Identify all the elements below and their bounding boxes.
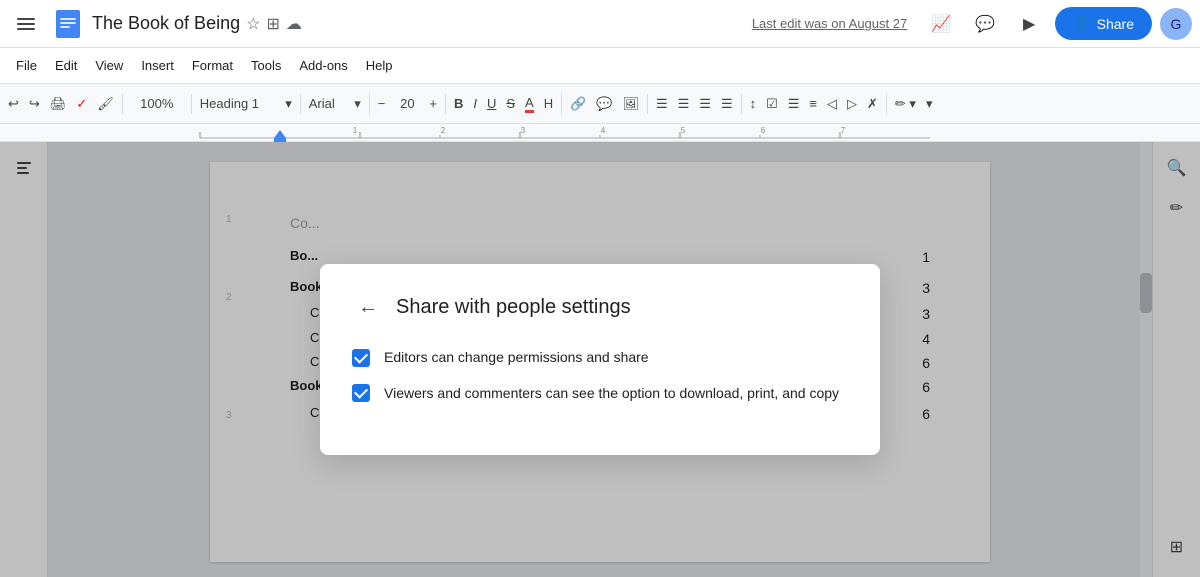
font-selector[interactable]: Arial ▾ bbox=[305, 90, 365, 118]
numbered-list-button[interactable]: ≡ bbox=[805, 90, 821, 118]
modal-header: ← Share with people settings bbox=[352, 292, 848, 324]
share-button[interactable]: 👤 Share bbox=[1055, 7, 1152, 40]
option2-checkbox[interactable] bbox=[352, 384, 370, 402]
redo-button[interactable]: ↪ bbox=[25, 90, 44, 118]
share-icon: 👤 bbox=[1073, 15, 1090, 32]
last-edit-label[interactable]: Last edit was on August 27 bbox=[752, 16, 907, 31]
present-button[interactable]: 📈 bbox=[923, 6, 959, 42]
present2-button[interactable]: ▶ bbox=[1011, 6, 1047, 42]
option2-row: Viewers and commenters can see the optio… bbox=[352, 384, 848, 404]
expand-toolbar-button[interactable]: ▾ bbox=[922, 90, 937, 118]
user-avatar[interactable]: G bbox=[1160, 8, 1192, 40]
svg-text:4: 4 bbox=[601, 126, 606, 135]
ruler: 1 2 3 4 5 6 7 bbox=[0, 124, 1200, 142]
align-right-button[interactable]: ☰ bbox=[695, 90, 715, 118]
doc-title[interactable]: The Book of Being bbox=[92, 13, 240, 34]
style-selector[interactable]: Heading 1 ▾ bbox=[196, 90, 296, 118]
modal-back-button[interactable]: ← bbox=[352, 292, 384, 324]
comment-button[interactable]: 💬 bbox=[967, 6, 1003, 42]
svg-text:3: 3 bbox=[521, 126, 526, 135]
option1-label: Editors can change permissions and share bbox=[384, 348, 649, 368]
bold-button[interactable]: B bbox=[450, 90, 467, 118]
toolbar-separator-3 bbox=[300, 94, 301, 114]
toolbar-separator-5 bbox=[445, 94, 446, 114]
menu-view[interactable]: View bbox=[87, 54, 131, 77]
toolbar-separator-9 bbox=[886, 94, 887, 114]
style-chevron-icon: ▾ bbox=[285, 96, 292, 112]
spellcheck-button[interactable]: ✓ bbox=[72, 90, 91, 118]
top-bar: The Book of Being ☆ ⊞ ☁ Last edit was on… bbox=[0, 0, 1200, 48]
strikethrough-button[interactable]: S bbox=[502, 90, 519, 118]
top-right-actions: 📈 💬 ▶ 👤 Share G bbox=[923, 6, 1192, 42]
align-left-button[interactable]: ☰ bbox=[652, 90, 672, 118]
print-button[interactable]: 🖨 bbox=[46, 90, 71, 118]
font-chevron-icon: ▾ bbox=[354, 96, 361, 112]
font-size-display[interactable]: 20 bbox=[391, 90, 423, 118]
modal-overlay[interactable]: ← Share with people settings Editors can… bbox=[0, 142, 1200, 577]
menu-format[interactable]: Format bbox=[184, 54, 241, 77]
increase-font-button[interactable]: + bbox=[425, 90, 441, 118]
move-icon[interactable]: ⊞ bbox=[266, 14, 279, 34]
align-center-button[interactable]: ☰ bbox=[674, 90, 694, 118]
undo-button[interactable]: ↩ bbox=[4, 90, 23, 118]
cloud-icon[interactable]: ☁ bbox=[286, 14, 302, 34]
justify-button[interactable]: ☰ bbox=[717, 90, 737, 118]
toolbar-separator-2 bbox=[191, 94, 192, 114]
doc-title-area: The Book of Being ☆ ⊞ ☁ bbox=[92, 13, 744, 34]
text-color-button[interactable]: A bbox=[521, 90, 538, 118]
share-label: Share bbox=[1097, 16, 1134, 32]
italic-button[interactable]: I bbox=[469, 90, 481, 118]
highlight-button[interactable]: H bbox=[540, 90, 557, 118]
doc-icon bbox=[52, 8, 84, 40]
option2-label: Viewers and commenters can see the optio… bbox=[384, 384, 839, 404]
toolbar-separator-6 bbox=[561, 94, 562, 114]
menu-tools[interactable]: Tools bbox=[243, 54, 289, 77]
svg-text:7: 7 bbox=[841, 126, 846, 135]
menu-addons[interactable]: Add-ons bbox=[291, 54, 355, 77]
toolbar-separator-1 bbox=[122, 94, 123, 114]
underline-button[interactable]: U bbox=[483, 90, 500, 118]
menu-file[interactable]: File bbox=[8, 54, 45, 77]
clear-formatting-button[interactable]: ✗ bbox=[863, 90, 882, 118]
option1-row: Editors can change permissions and share bbox=[352, 348, 848, 368]
zoom-selector[interactable]: 100% bbox=[127, 90, 187, 118]
menu-button[interactable] bbox=[8, 6, 44, 42]
increase-indent-button[interactable]: ▷ bbox=[843, 90, 861, 118]
insert-image-button[interactable]: 🖼 bbox=[618, 90, 643, 118]
svg-text:1: 1 bbox=[353, 126, 358, 135]
share-settings-modal: ← Share with people settings Editors can… bbox=[320, 264, 880, 455]
document-area: 1 2 3 Co... Bo... 1 Book 2: The First Ci… bbox=[0, 142, 1200, 577]
editing-mode-button[interactable]: ✏ ▾ bbox=[891, 90, 920, 118]
toolbar-separator-7 bbox=[647, 94, 648, 114]
modal-title: Share with people settings bbox=[396, 296, 631, 319]
toolbar-separator-8 bbox=[741, 94, 742, 114]
svg-text:6: 6 bbox=[761, 126, 766, 135]
menu-insert[interactable]: Insert bbox=[133, 54, 182, 77]
checklist-button[interactable]: ☑ bbox=[762, 90, 782, 118]
decrease-font-button[interactable]: − bbox=[374, 90, 390, 118]
menu-help[interactable]: Help bbox=[358, 54, 401, 77]
decrease-indent-button[interactable]: ◁ bbox=[823, 90, 841, 118]
option1-checkbox[interactable] bbox=[352, 349, 370, 367]
bulleted-list-button[interactable]: ☰ bbox=[784, 90, 804, 118]
line-spacing-button[interactable]: ↕ bbox=[746, 90, 761, 118]
add-comment-button[interactable]: 💬 bbox=[592, 90, 616, 118]
menu-edit[interactable]: Edit bbox=[47, 54, 85, 77]
svg-text:5: 5 bbox=[681, 126, 686, 135]
paint-format-button[interactable]: 🖌 bbox=[93, 90, 118, 118]
svg-text:2: 2 bbox=[441, 126, 446, 135]
toolbar: ↩ ↪ 🖨 ✓ 🖌 100% Heading 1 ▾ Arial ▾ − 20 … bbox=[0, 84, 1200, 124]
menu-bar: File Edit View Insert Format Tools Add-o… bbox=[0, 48, 1200, 84]
star-icon[interactable]: ☆ bbox=[246, 14, 260, 34]
toolbar-separator-4 bbox=[369, 94, 370, 114]
link-button[interactable]: 🔗 bbox=[566, 90, 590, 118]
